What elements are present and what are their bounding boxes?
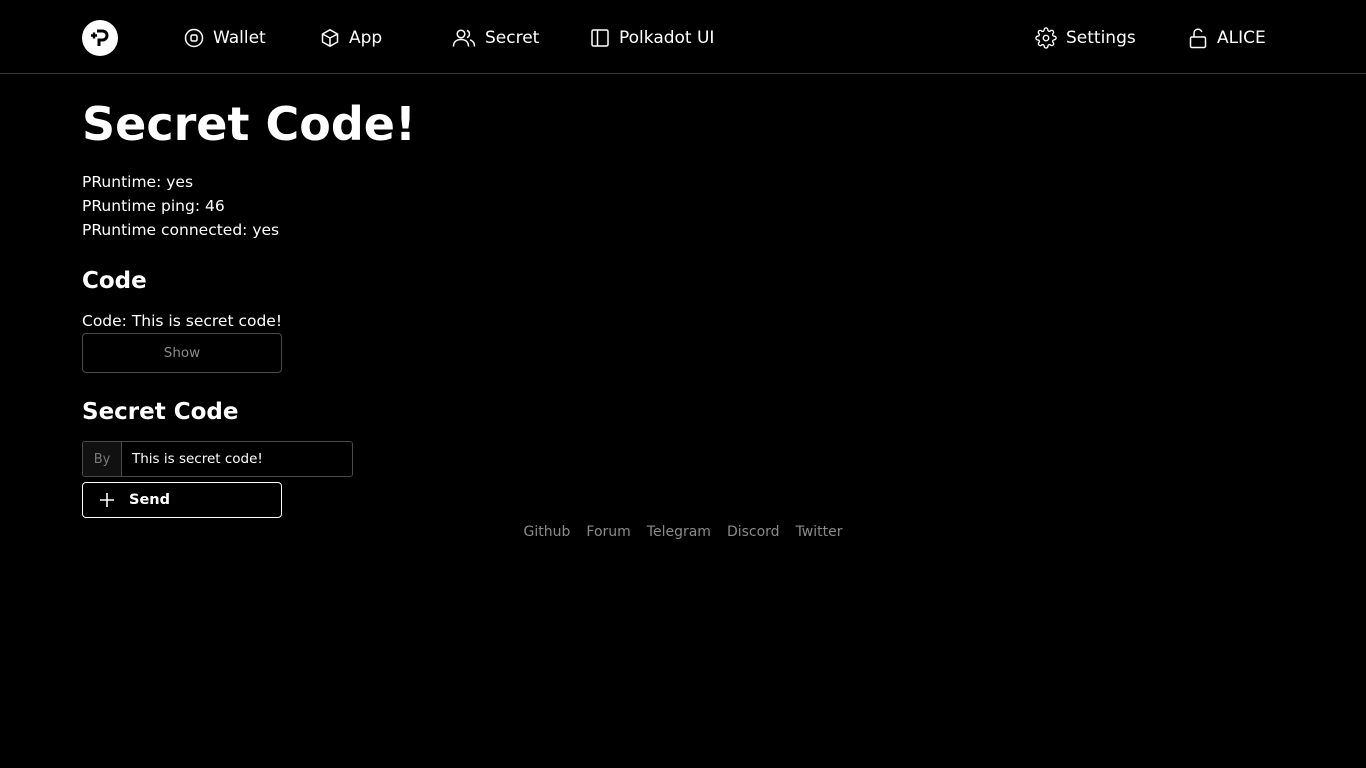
code-value-text: Code: This is secret code!	[82, 312, 283, 330]
sidebar-icon	[591, 29, 609, 47]
wallet-icon	[184, 28, 204, 48]
nav-wallet[interactable]: Wallet	[184, 26, 266, 50]
settings-label: Settings	[1066, 28, 1136, 48]
nav-app-label: App	[349, 28, 383, 48]
gear-icon	[1035, 27, 1057, 49]
users-icon	[452, 29, 476, 47]
secret-code-input[interactable]	[122, 442, 352, 476]
account-label: ALICE	[1217, 28, 1266, 48]
pruntime-status: PRuntime: yes PRuntime ping: 46 PRuntime…	[82, 170, 279, 242]
pruntime-ping-line: PRuntime ping: 46	[82, 197, 225, 215]
account-button[interactable]: ALICE	[1188, 26, 1266, 50]
nav-polkadot-ui[interactable]: Polkadot UI	[590, 26, 714, 50]
send-button-label: Send	[129, 492, 170, 508]
phala-logo-icon[interactable]	[82, 20, 118, 56]
nav-app[interactable]: App	[320, 26, 382, 50]
footer-link-forum[interactable]: Forum	[586, 524, 630, 540]
footer-link-discord[interactable]: Discord	[727, 524, 780, 540]
footer-link-telegram[interactable]: Telegram	[647, 524, 711, 540]
footer-links: Github Forum Telegram Discord Twitter	[0, 524, 1366, 540]
footer-link-twitter[interactable]: Twitter	[796, 524, 843, 540]
page-title: Secret Code!	[82, 97, 416, 151]
code-heading: Code	[82, 268, 147, 294]
nav-secret-label: Secret	[485, 28, 540, 48]
settings-button[interactable]: Settings	[1035, 26, 1136, 50]
nav-polkadot-ui-label: Polkadot UI	[619, 28, 715, 48]
top-navigation-bar: Wallet App Secret Polkadot UI Settings A…	[0, 0, 1366, 74]
footer-link-github[interactable]: Github	[524, 524, 571, 540]
input-addon-by: By	[83, 442, 122, 476]
plus-icon	[100, 493, 114, 507]
show-button[interactable]: Show	[82, 333, 282, 373]
nav-secret[interactable]: Secret	[452, 26, 539, 50]
send-button[interactable]: Send	[82, 482, 282, 518]
box-icon	[321, 29, 339, 47]
secret-code-input-group: By	[82, 441, 353, 477]
pruntime-connected-line: PRuntime connected: yes	[82, 221, 280, 239]
pruntime-status-line: PRuntime: yes	[82, 173, 194, 191]
unlock-icon	[1189, 28, 1207, 49]
nav-wallet-label: Wallet	[213, 28, 266, 48]
secret-code-heading: Secret Code	[82, 399, 239, 425]
